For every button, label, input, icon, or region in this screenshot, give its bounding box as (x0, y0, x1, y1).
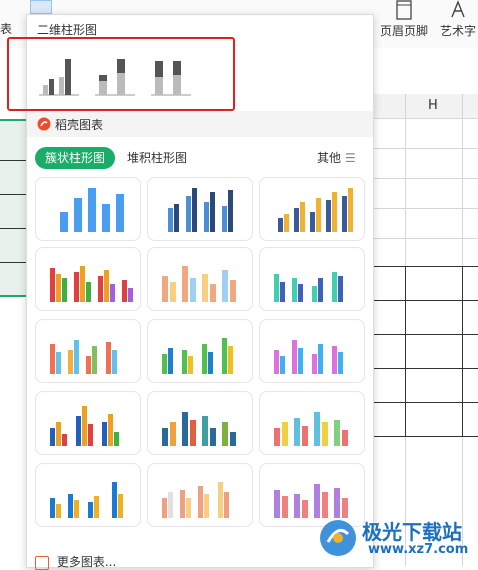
section-title-2d-column: 二维柱形图 (37, 23, 98, 37)
template-card-13[interactable] (35, 463, 141, 527)
more-charts-icon (35, 555, 49, 570)
row-header-highlight (0, 119, 26, 121)
grid-line (372, 238, 478, 239)
watermark: 极光下载站 www.xz7.com (318, 512, 478, 564)
wordart-label: 艺术字 (439, 24, 476, 38)
tab-other-label: 其他 (317, 151, 342, 165)
watermark-url: www.xz7.com (368, 542, 469, 557)
template-card-8[interactable] (147, 319, 253, 383)
header-footer-label: 页眉页脚 (379, 24, 428, 38)
template-card-4[interactable] (35, 247, 141, 311)
row-header-strip (0, 120, 26, 296)
template-card-11[interactable] (147, 391, 253, 455)
chart-dropdown-panel: 二维柱形图 稻壳图表 簇状柱形图 堆积柱形图 其他 ☰ 更多图表... (7, 14, 374, 570)
tab-clustered-column[interactable]: 簇状柱形图 (35, 147, 115, 169)
template-card-9[interactable] (259, 319, 365, 383)
wordart-button[interactable]: 艺术字 (436, 0, 478, 44)
more-charts-link[interactable]: 更多图表... (35, 553, 116, 570)
tab-stacked-column[interactable]: 堆积柱形图 (127, 147, 187, 169)
col-divider (405, 94, 406, 118)
border-line (0, 262, 26, 263)
annotation-highlight (7, 37, 235, 111)
bar-chart-icon[interactable] (62, 0, 82, 12)
watermark-logo-icon (320, 520, 356, 556)
pie-chart-icon[interactable] (130, 0, 150, 12)
template-card-14[interactable] (147, 463, 253, 527)
more-charts-label: 更多图表... (56, 555, 117, 569)
template-card-3[interactable] (259, 177, 365, 241)
template-card-12[interactable] (259, 391, 365, 455)
watermark-title: 极光下载站 (362, 520, 462, 544)
template-card-2[interactable] (147, 177, 253, 241)
header-footer-button[interactable]: 页眉页脚 (378, 0, 430, 44)
template-card-10[interactable] (35, 391, 141, 455)
wordart-icon (451, 0, 465, 18)
border-line (0, 160, 26, 161)
border-line (372, 436, 478, 437)
border-line (0, 194, 26, 195)
column-header-row: H (372, 94, 478, 119)
grid-line (372, 208, 478, 209)
tab-other[interactable]: 其他 ☰ (317, 147, 356, 169)
col-divider (462, 94, 463, 118)
row-header-highlight (0, 295, 26, 297)
border-line (405, 266, 406, 436)
border-line (462, 266, 463, 436)
header-footer-icon (396, 0, 412, 20)
column-header-h[interactable]: H (428, 98, 438, 113)
template-card-5[interactable] (147, 247, 253, 311)
menu-icon: ☰ (344, 151, 356, 165)
ribbon-partial-text: 表 (0, 22, 13, 36)
docer-charts-title: 稻壳图表 (55, 118, 104, 132)
border-line (0, 228, 26, 229)
template-card-1[interactable] (35, 177, 141, 241)
docer-logo-icon (37, 117, 51, 131)
template-card-6[interactable] (259, 247, 365, 311)
grid-line (372, 178, 478, 179)
grid-line (372, 148, 478, 149)
column-chart-icon[interactable] (30, 0, 52, 14)
template-card-7[interactable] (35, 319, 141, 383)
